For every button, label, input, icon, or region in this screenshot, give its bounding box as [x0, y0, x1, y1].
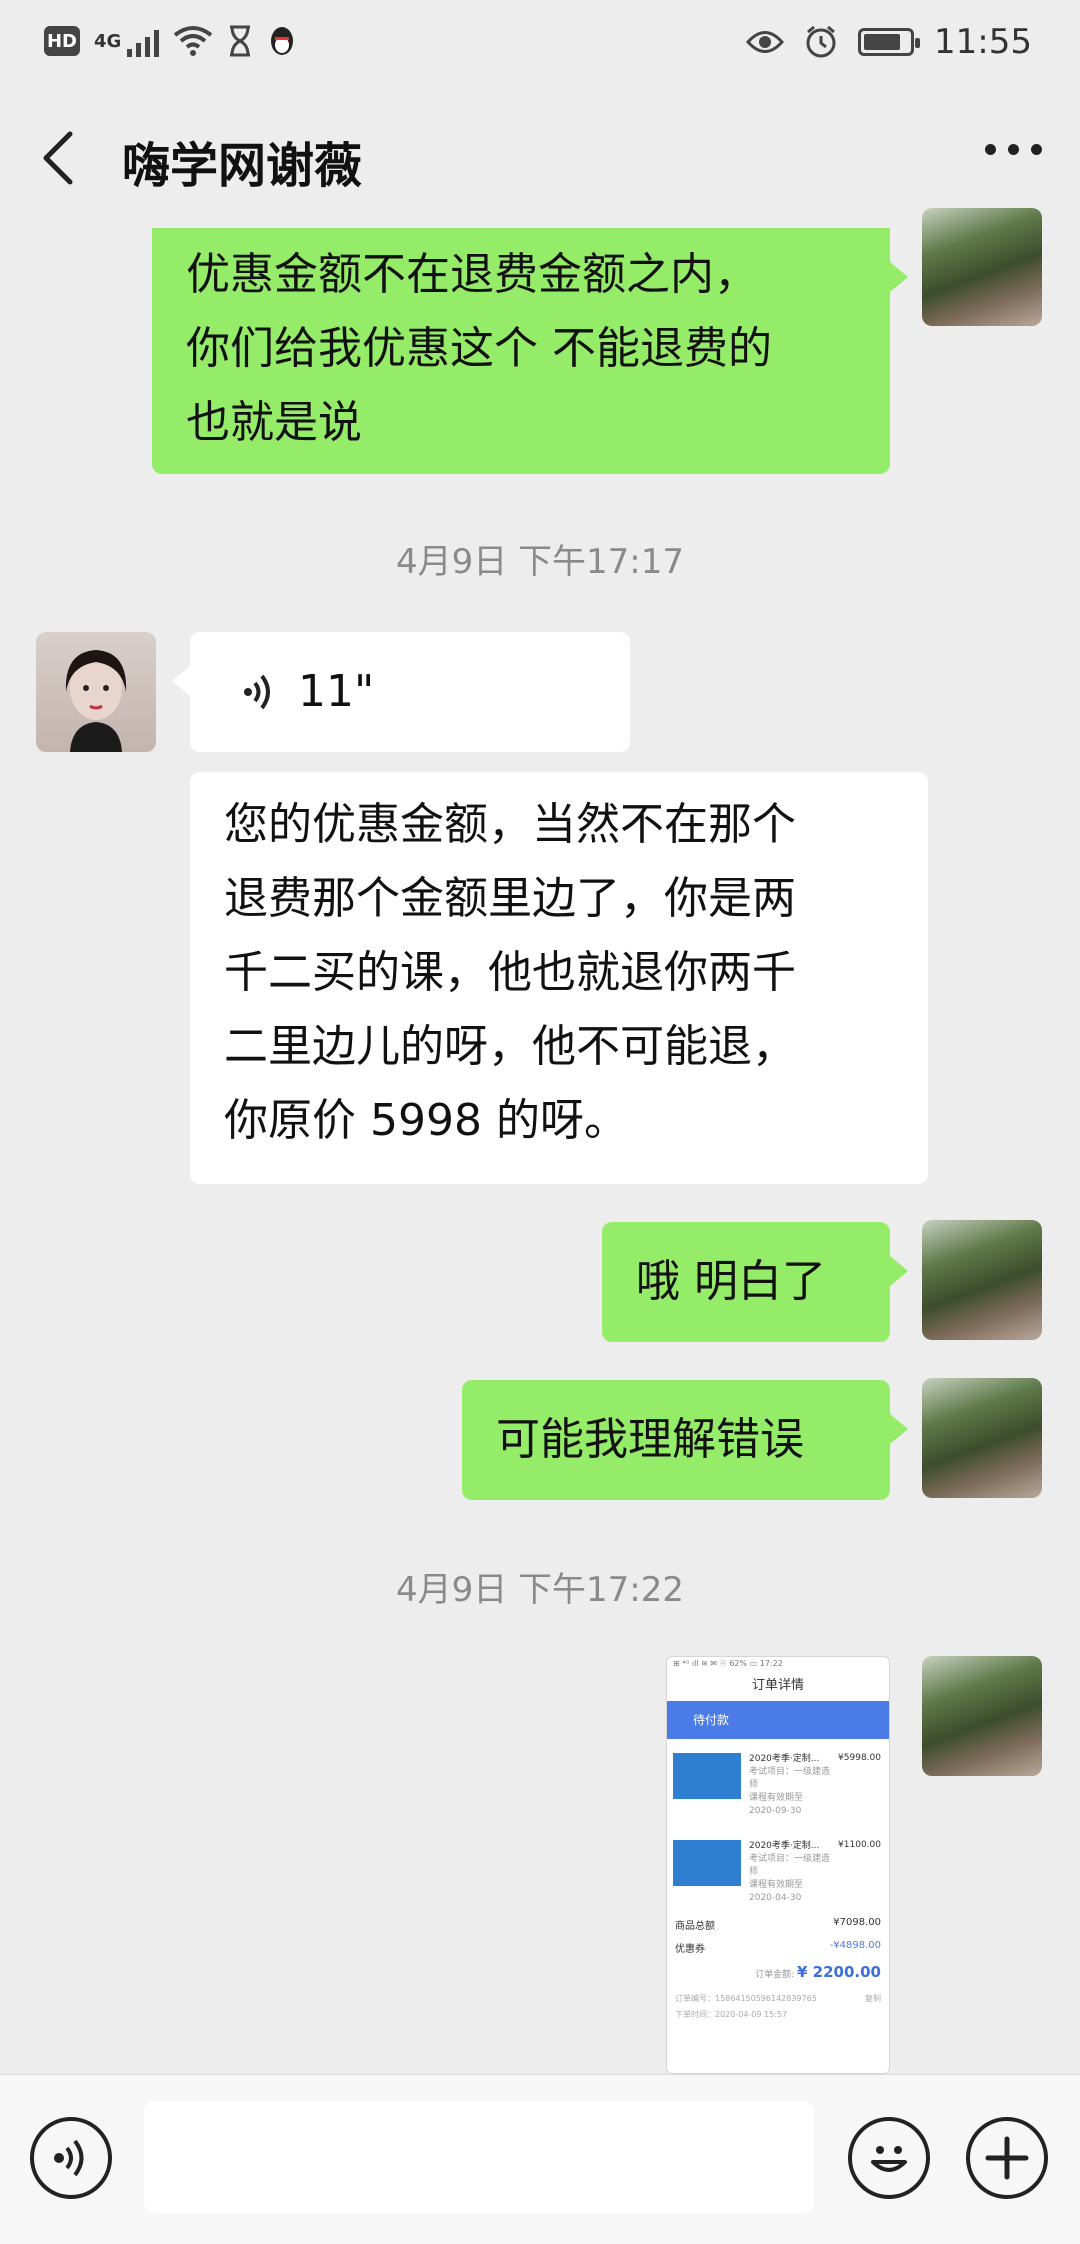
- voice-icon: [54, 2139, 84, 2177]
- item-sub: 考试项目：一级建造师: [749, 1767, 831, 1790]
- goods-total-row: 商品总额 ¥7098.00: [667, 1913, 889, 1936]
- coupon-row: 优惠券 -¥4898.00: [667, 1936, 889, 1959]
- thumb-item: 2020考季·定制... 考试项目：一级建造师 课程有效期至 2020-09-3…: [667, 1739, 889, 1826]
- battery-icon: [858, 28, 921, 56]
- message-bubble-outgoing[interactable]: 优惠金额不在退费金额之内， 你们给我优惠这个 不能退费的 也就是说: [152, 228, 908, 474]
- course-thumbnail: [673, 1840, 741, 1886]
- copy-label: 复制: [865, 1994, 881, 2003]
- chat-screen: HD 4G 11:55 嗨学网谢薇 优惠金额不在退费金额之内， 你们给我优惠这个…: [0, 0, 1080, 2244]
- my-avatar[interactable]: [922, 208, 1042, 326]
- coupon-label: 优惠券: [675, 1944, 705, 1955]
- chat-title: 嗨学网谢薇: [122, 138, 363, 194]
- voice-message-bubble[interactable]: 11": [172, 632, 630, 752]
- thumb-status: ⊞ ⁴ᴳ ıll ≋ ✉ ☉ 62% ▭ 17:22: [673, 1659, 783, 1668]
- thumb-title: 订单详情: [751, 1678, 804, 1693]
- signal-icon: [127, 25, 160, 57]
- thumb-item: 2020考季·定制... 考试项目：一级建造师 课程有效期至 2020-04-3…: [667, 1826, 889, 1913]
- message-bubble-outgoing[interactable]: 哦 明白了: [602, 1222, 908, 1342]
- eye-icon: [746, 31, 785, 53]
- network-label: 4G: [94, 30, 122, 52]
- clock: 11:55: [934, 22, 1032, 62]
- course-thumbnail: [673, 1753, 741, 1799]
- message-bubble-outgoing[interactable]: 可能我理解错误: [462, 1380, 908, 1500]
- order-amount-value: ¥ 2200.00: [797, 1963, 881, 1981]
- thumb-status-band: 待付款: [667, 1701, 889, 1739]
- contact-avatar[interactable]: [36, 632, 156, 752]
- wifi-icon: [174, 26, 213, 56]
- emoji-button[interactable]: [848, 2117, 930, 2199]
- timestamp: 4月9日 下午17:17: [395, 542, 685, 582]
- order-time: 下单时间：2020-04-09 15:57: [675, 2010, 788, 2019]
- goods-total-label: 商品总额: [675, 1921, 715, 1932]
- item-name: 2020考季·定制...: [749, 1841, 820, 1851]
- coupon-value: -¥4898.00: [829, 1940, 881, 1951]
- more-functions-button[interactable]: [966, 2117, 1048, 2199]
- message-bubble-incoming[interactable]: 您的优惠金额，当然不在那个 退费那个金额里边了，你是两 千二买的课，他也就退你两…: [190, 772, 928, 1184]
- item-price: ¥1100.00: [838, 1840, 881, 1850]
- image-message-order-screenshot[interactable]: ⊞ ⁴ᴳ ıll ≋ ✉ ☉ 62% ▭ 17:22 订单详情 待付款 2020…: [666, 1656, 890, 2074]
- item-sub: 2020-04-30: [749, 1893, 802, 1903]
- order-number: 订单编号：15864150596142839765: [675, 1994, 817, 2003]
- input-bar: [0, 2074, 1080, 2244]
- status-bar: HD 4G 11:55: [0, 0, 1080, 88]
- order-amount-row: 订单金额: ¥ 2200.00: [667, 1959, 889, 1985]
- title-bar: 嗨学网谢薇: [0, 88, 1080, 228]
- alarm-icon: [806, 25, 836, 58]
- item-sub: 2020-09-30: [749, 1806, 802, 1816]
- voice-duration: 11": [298, 666, 375, 717]
- my-avatar[interactable]: [922, 1220, 1042, 1340]
- my-avatar[interactable]: [922, 1656, 1042, 1776]
- hd-badge: HD: [44, 26, 80, 56]
- order-amount-label: 订单金额:: [755, 1970, 795, 1980]
- item-sub: 课程有效期至: [749, 1793, 804, 1803]
- order-meta: 订单编号：15864150596142839765 复制 下单时间：2020-04…: [667, 1985, 889, 2029]
- item-sub: 课程有效期至: [749, 1880, 804, 1890]
- goods-total-value: ¥7098.00: [833, 1917, 881, 1928]
- back-arrow-icon[interactable]: [36, 128, 92, 188]
- voice-input-button[interactable]: [30, 2117, 112, 2199]
- voice-icon: [244, 674, 270, 710]
- more-dots-icon[interactable]: [985, 144, 1042, 155]
- hourglass-icon: [230, 25, 251, 57]
- timestamp: 4月9日 下午17:22: [395, 1570, 685, 1610]
- item-sub: 考试项目：一级建造师: [749, 1854, 831, 1877]
- emoji-icon: [871, 2146, 907, 2172]
- my-avatar[interactable]: [922, 1378, 1042, 1498]
- item-name: 2020考季·定制...: [749, 1754, 820, 1764]
- qq-penguin-icon: [271, 27, 294, 55]
- message-input[interactable]: [144, 2101, 814, 2213]
- plus-icon: [985, 2136, 1029, 2180]
- item-price: ¥5998.00: [838, 1753, 881, 1763]
